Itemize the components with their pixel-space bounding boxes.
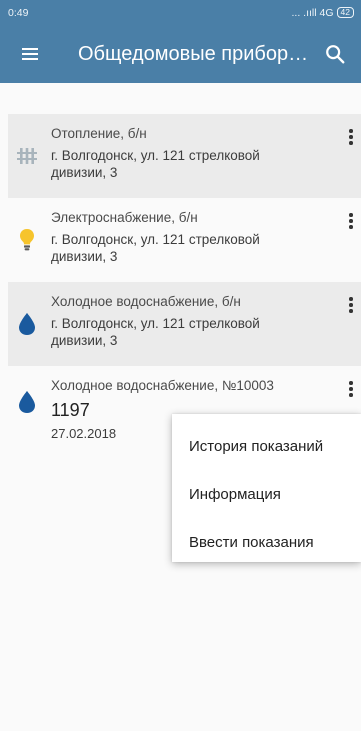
- page-title: Общедомовые прибор…: [78, 42, 309, 65]
- status-time: 0:49: [8, 6, 29, 19]
- more-options-button[interactable]: [341, 208, 361, 234]
- menu-item-enter-reading[interactable]: Ввести показания: [172, 518, 361, 566]
- water-drop-icon: [16, 313, 38, 335]
- hamburger-menu-icon: [22, 48, 38, 60]
- meter-list: Отопление, б/н г. Волгодонск, ул. 121 ст…: [0, 83, 361, 731]
- battery-icon: 42: [336, 7, 354, 18]
- lightbulb-icon: [16, 229, 38, 251]
- more-options-button[interactable]: [341, 376, 361, 402]
- meter-name: Холодное водоснабжение, №10003: [51, 378, 274, 393]
- meter-item-electricity[interactable]: Электроснабжение, б/н г. Волгодонск, ул.…: [8, 198, 361, 282]
- more-options-button[interactable]: [341, 292, 361, 318]
- status-indicators: ... .ııll 4G 42: [292, 7, 354, 19]
- meter-address: г. Волгодонск, ул. 121 стрелковой дивизи…: [51, 316, 260, 348]
- reading-date: 27.02.2018: [51, 426, 117, 441]
- context-menu: История показаний Информация Ввести пока…: [172, 414, 361, 562]
- menu-item-info[interactable]: Информация: [172, 470, 361, 518]
- water-drop-icon: [16, 391, 38, 413]
- menu-item-history[interactable]: История показаний: [172, 422, 361, 470]
- meter-item-cold-water[interactable]: Холодное водоснабжение, б/н г. Волгодонс…: [8, 282, 361, 366]
- meter-reading: 1197: [51, 400, 90, 420]
- meter-address: г. Волгодонск, ул. 121 стрелковой дивизи…: [51, 232, 260, 264]
- radiator-icon: [16, 145, 38, 167]
- meter-item-heating[interactable]: Отопление, б/н г. Волгодонск, ул. 121 ст…: [8, 114, 361, 198]
- meter-name: Холодное водоснабжение, б/н: [51, 294, 241, 309]
- search-button[interactable]: [309, 25, 361, 83]
- meter-name: Электроснабжение, б/н: [51, 210, 198, 225]
- status-bar: 0:49 ... .ııll 4G 42: [0, 0, 361, 25]
- network-indicator: ... .ııll 4G: [291, 6, 334, 19]
- meter-address: г. Волгодонск, ул. 121 стрелковой дивизи…: [51, 148, 260, 180]
- meter-name: Отопление, б/н: [51, 126, 147, 141]
- menu-button[interactable]: [0, 25, 60, 83]
- search-icon: [326, 45, 345, 64]
- more-options-button[interactable]: [341, 124, 361, 150]
- app-bar: Общедомовые прибор…: [0, 25, 361, 83]
